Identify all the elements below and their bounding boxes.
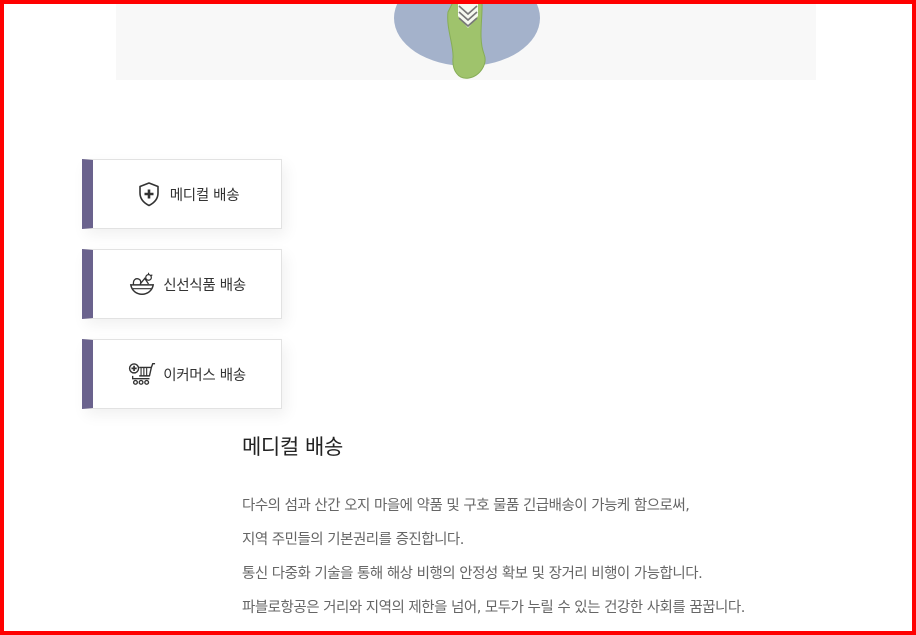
description-text: 다수의 섬과 산간 오지 마을에 약품 및 구호 물품 긴급배송이 가능케 함으… — [242, 489, 882, 625]
description-line: 파블로항공은 거리와 지역의 제한을 넘어, 모두가 누릴 수 있는 건강한 사… — [242, 600, 745, 616]
delivery-tabs: 메디컬 배송 신선식품 배송 이커머스 배송 — [82, 159, 282, 429]
hero-banner — [116, 0, 816, 80]
shopping-cart-icon — [128, 360, 156, 388]
medical-shield-icon — [135, 180, 163, 208]
description-line: 지역 주민들의 기본권리를 증진합니다. — [242, 532, 464, 548]
tab-ecommerce-delivery[interactable]: 이커머스 배송 — [82, 339, 282, 409]
section-title: 메디컬 배송 — [242, 435, 343, 459]
tab-label: 이커머스 배송 — [163, 367, 246, 384]
service-description: 메디컬 배송 다수의 섬과 산간 오지 마을에 약품 및 구호 물품 긴급배송이… — [242, 432, 882, 625]
description-line: 통신 다중화 기술을 통해 해상 비행의 안정성 확보 및 장거리 비행이 가능… — [242, 566, 703, 582]
fresh-food-bowl-icon — [128, 270, 156, 298]
island-map-illustration — [394, 0, 540, 79]
tab-fresh-food-delivery[interactable]: 신선식품 배송 — [82, 249, 282, 319]
tab-label: 메디컬 배송 — [169, 187, 240, 204]
tab-medical-delivery[interactable]: 메디컬 배송 — [82, 159, 282, 229]
description-line: 다수의 섬과 산간 오지 마을에 약품 및 구호 물품 긴급배송이 가능케 함으… — [242, 498, 690, 514]
tab-label: 신선식품 배송 — [163, 277, 246, 294]
